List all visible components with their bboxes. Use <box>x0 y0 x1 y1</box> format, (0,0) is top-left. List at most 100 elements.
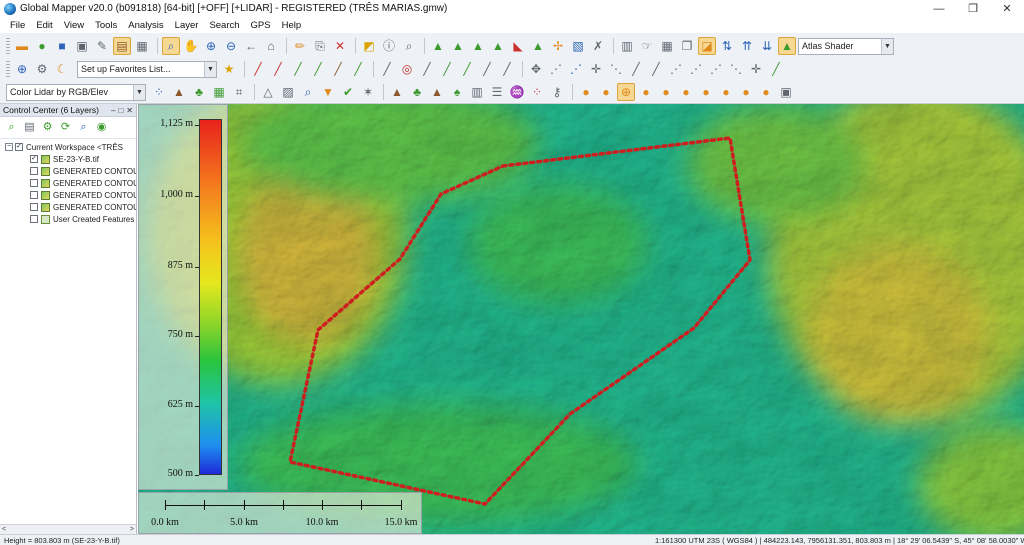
shader-select[interactable]: Atlas Shader ▼ <box>798 37 894 55</box>
vertex-edit-icon-8[interactable]: ⋰ <box>707 60 725 78</box>
control-center-icon[interactable]: ▤ <box>113 37 131 55</box>
edit-feature-icon[interactable]: ⎘ <box>311 37 329 55</box>
menu-gps[interactable]: GPS <box>251 20 271 31</box>
building-icon[interactable]: ▥ <box>468 83 486 101</box>
toolbar-grip[interactable] <box>6 61 10 77</box>
draw-line-icon-3[interactable]: ╱ <box>289 60 307 78</box>
lidar-trees-icon[interactable]: ♣ <box>190 83 208 101</box>
menu-help[interactable]: Help <box>282 20 302 31</box>
layer-metadata-icon[interactable]: ▤ <box>22 120 37 135</box>
lidar-filter-icon[interactable]: ⌗ <box>230 83 248 101</box>
zoom-in-icon[interactable]: ⊕ <box>202 37 220 55</box>
terrain-map[interactable] <box>138 104 1024 534</box>
copy-icon[interactable]: ❐ <box>678 37 696 55</box>
place-pin-icon-6[interactable]: ● <box>697 83 715 101</box>
lidar-color-select[interactable]: Color Lidar by RGB/Elev ▼ <box>6 83 146 101</box>
back-arrow-icon[interactable]: ← <box>242 37 260 55</box>
vertex-edit-icon-1[interactable]: ⋰ <box>547 60 565 78</box>
layer-search-icon[interactable]: ⌕ <box>76 120 91 135</box>
camera-icon[interactable]: ▣ <box>777 83 795 101</box>
crosshair-icon[interactable]: ⊕ <box>617 83 635 101</box>
lidar-terrain-icon[interactable]: ▲ <box>170 83 188 101</box>
hatch-icon[interactable]: ▨ <box>279 83 297 101</box>
power-line-icon[interactable]: ☰ <box>488 83 506 101</box>
mountain-icon[interactable]: ▲ <box>388 83 406 101</box>
toolbar-grip[interactable] <box>6 38 10 54</box>
place-pin-icon-7[interactable]: ● <box>717 83 735 101</box>
layer-row[interactable]: User Created Features [ <box>0 213 136 225</box>
favorites-select[interactable]: Set up Favorites List... ▼ <box>77 60 217 78</box>
menu-edit[interactable]: Edit <box>36 20 52 31</box>
terrain-analysis-icon-2[interactable]: ▲ <box>449 37 467 55</box>
tree-icon[interactable]: ♠ <box>448 83 466 101</box>
gear-icon[interactable]: ⚙ <box>33 60 51 78</box>
vegetation-icon[interactable]: ♣ <box>408 83 426 101</box>
vertex-edit-icon-2[interactable]: ⋰ <box>567 60 585 78</box>
digitize-icon-5[interactable]: ╱ <box>478 60 496 78</box>
vertex-move-icon[interactable]: ✛ <box>587 60 605 78</box>
noise-points-icon[interactable]: ⁘ <box>528 83 546 101</box>
home-icon[interactable]: ⌂ <box>262 37 280 55</box>
panel-float-button[interactable]: □ <box>118 106 123 115</box>
digitize-icon-3[interactable]: ╱ <box>438 60 456 78</box>
lidar-extract-icon[interactable]: ✶ <box>359 83 377 101</box>
water-icon[interactable]: ♒ <box>508 83 526 101</box>
chevron-down-icon[interactable]: ▼ <box>133 84 145 100</box>
grid-icon[interactable]: ▦ <box>658 37 676 55</box>
view-shed-icon[interactable]: ◣ <box>509 37 527 55</box>
pan-hand-icon[interactable]: ✋ <box>182 37 200 55</box>
feature-info-icon[interactable]: ⌕ <box>400 37 418 55</box>
map-view[interactable]: 1,125 m 1,000 m 875 m 750 m 625 m 500 m … <box>138 104 1024 534</box>
vertical-exag-icon[interactable]: ⇅ <box>718 37 736 55</box>
digitize-icon-1[interactable]: ╱ <box>378 60 396 78</box>
layer-row[interactable]: GENERATED CONTOUR <box>0 165 136 177</box>
pointer-icon[interactable]: ☞ <box>638 37 656 55</box>
zoom-to-layer-icon[interactable]: ⌕ <box>4 120 19 135</box>
target-icon[interactable]: ◎ <box>398 60 416 78</box>
zoom-tool-icon[interactable]: ⌕ <box>162 37 180 55</box>
vertex-edit-icon-5[interactable]: ╱ <box>647 60 665 78</box>
panel-close-button[interactable]: ✕ <box>126 106 133 115</box>
star-icon[interactable]: ★ <box>220 60 238 78</box>
scroll-left-arrow[interactable]: < <box>2 526 6 533</box>
digitize-icon-4[interactable]: ╱ <box>458 60 476 78</box>
draw-line-icon-4[interactable]: ╱ <box>309 60 327 78</box>
layer-options-icon[interactable]: ⚙ <box>40 120 55 135</box>
layer-checkbox[interactable] <box>30 179 38 187</box>
layer-checkbox[interactable] <box>30 191 38 199</box>
export-icon[interactable]: ▣ <box>73 37 91 55</box>
lidar-points-icon[interactable]: ⁘ <box>150 83 168 101</box>
terrain-analysis-icon-1[interactable]: ▲ <box>429 37 447 55</box>
chevron-down-icon[interactable]: ▼ <box>881 38 893 54</box>
lidar-grid-icon[interactable]: ▦ <box>210 83 228 101</box>
save-icon[interactable]: ■ <box>53 37 71 55</box>
measure-ruler-icon[interactable]: ◩ <box>360 37 378 55</box>
shader-toggle-icon[interactable]: ◪ <box>698 37 716 55</box>
digitize-icon-2[interactable]: ╱ <box>418 60 436 78</box>
favorites-add-icon[interactable]: ⊕ <box>13 60 31 78</box>
place-pin-icon-3[interactable]: ● <box>637 83 655 101</box>
overview-icon[interactable]: ▦ <box>133 37 151 55</box>
place-pin-icon-1[interactable]: ● <box>577 83 595 101</box>
vertex-edit-icon-10[interactable]: ✛ <box>747 60 765 78</box>
info-icon[interactable]: ⓘ <box>380 37 398 55</box>
move-vertex-icon[interactable]: ✥ <box>527 60 545 78</box>
shader-icon[interactable]: ▲ <box>778 37 796 55</box>
panel-minimize-button[interactable]: – <box>111 106 115 115</box>
terrain-analysis-icon-4[interactable]: ▲ <box>489 37 507 55</box>
menu-tools[interactable]: Tools <box>95 20 117 31</box>
draw-line-icon-1[interactable]: ╱ <box>249 60 267 78</box>
workspace-checkbox[interactable]: ✓ <box>15 143 23 151</box>
image-icon[interactable]: ▧ <box>569 37 587 55</box>
pencil-icon[interactable]: ✏ <box>291 37 309 55</box>
draw-line-icon-5[interactable]: ╱ <box>329 60 347 78</box>
digitize-icon-6[interactable]: ╱ <box>498 60 516 78</box>
lidar-search-icon[interactable]: ⌕ <box>299 83 317 101</box>
layer-row[interactable]: GENERATED CONTOUR <box>0 189 136 201</box>
moon-icon[interactable]: ☾ <box>53 60 71 78</box>
vertex-edit-icon-6[interactable]: ⋰ <box>667 60 685 78</box>
layer-row[interactable]: GENERATED CONTOUR <box>0 177 136 189</box>
place-pin-icon-8[interactable]: ● <box>737 83 755 101</box>
tower-icon[interactable]: ✢ <box>549 37 567 55</box>
layer-refresh-icon[interactable]: ⟳ <box>58 120 73 135</box>
